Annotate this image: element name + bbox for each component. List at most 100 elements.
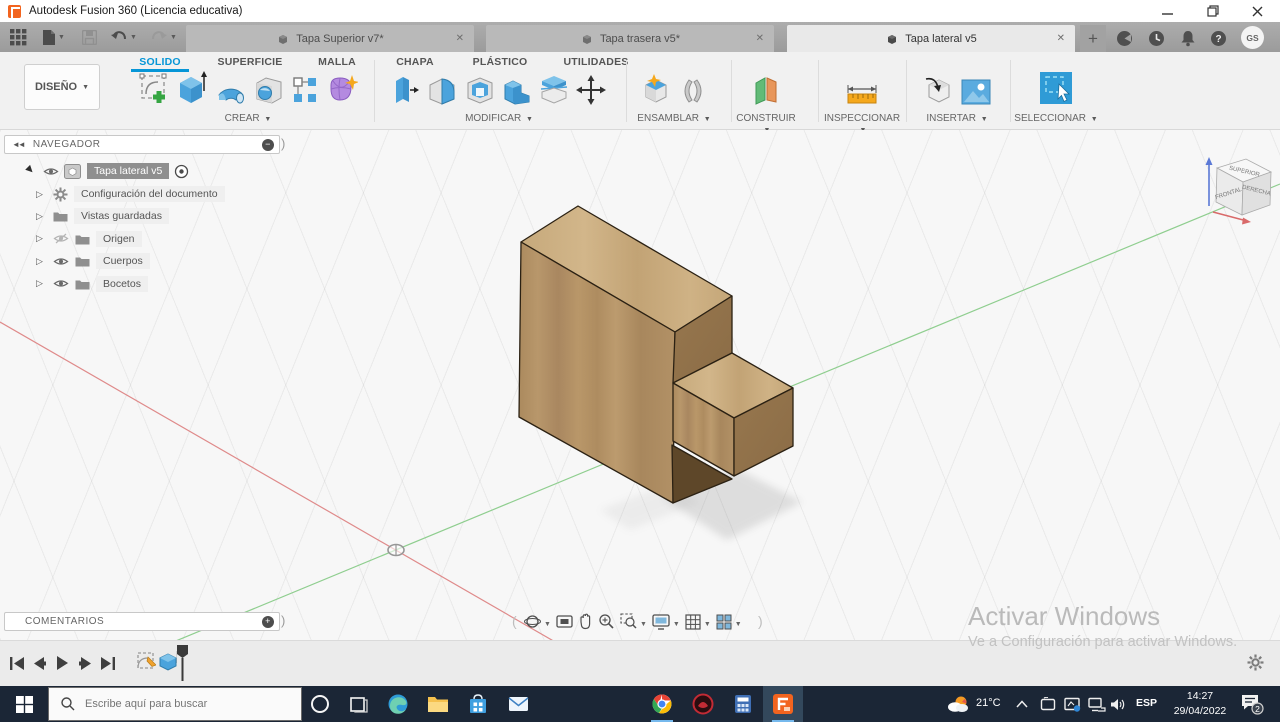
navigator-item-vistas[interactable]: ▷ Vistas guardadas	[36, 206, 169, 226]
cortana-icon[interactable]	[300, 686, 340, 722]
panel-drag-handle[interactable]: )	[281, 613, 285, 628]
close-tab-icon[interactable]: ✕	[1057, 33, 1065, 44]
microsoft-store-icon[interactable]	[458, 686, 498, 722]
user-avatar[interactable]: GS	[1241, 26, 1264, 49]
navigator-item-origen[interactable]: ▷ Origen	[36, 229, 142, 249]
fusion-360-taskbar-icon[interactable]	[763, 686, 803, 722]
minimize-button[interactable]	[1145, 0, 1190, 22]
extensions-icon[interactable]	[1113, 27, 1135, 49]
save-button[interactable]	[82, 26, 97, 48]
select-icon[interactable]	[1039, 71, 1073, 110]
ensamblar-dropdown[interactable]: ENSAMBLAR ▼	[630, 113, 718, 124]
tab-tapa-superior[interactable]: Tapa Superior v7* ✕	[186, 25, 474, 52]
add-comment-button[interactable]: +	[262, 615, 274, 628]
viewport-canvas[interactable]: SUPERIOR FRONTAL DERECHA ◄◄ NAVEGADOR − …	[0, 130, 1280, 640]
ribbon-tab-solido[interactable]: SOLIDO	[139, 56, 180, 68]
pan-icon[interactable]	[578, 613, 593, 635]
dropdown-caret-icon[interactable]: ▼	[544, 621, 551, 628]
red-app-icon[interactable]	[683, 686, 723, 722]
undo-button[interactable]: ▼	[110, 26, 137, 48]
timeline-step-back-button[interactable]	[29, 653, 49, 673]
file-menu-button[interactable]: ▼	[42, 26, 65, 48]
workspace-selector[interactable]: DISEÑO ▼	[24, 64, 100, 110]
close-tab-icon[interactable]: ✕	[756, 33, 764, 44]
combine-icon[interactable]	[502, 75, 532, 110]
collapsed-caret-icon[interactable]: ▷	[36, 189, 48, 200]
tablet-mode-icon[interactable]	[1040, 686, 1056, 722]
job-status-icon[interactable]	[1145, 27, 1167, 49]
timeline-step-forward-button[interactable]	[75, 653, 95, 673]
redo-button[interactable]: ▼	[150, 26, 177, 48]
display-settings-icon[interactable]	[652, 613, 670, 635]
ribbon-tab-malla[interactable]: MALLA	[318, 56, 356, 68]
volume-icon[interactable]	[1110, 686, 1127, 722]
help-icon[interactable]: ?	[1207, 27, 1229, 49]
insertar-dropdown[interactable]: INSERTAR ▼	[912, 113, 1002, 124]
activate-component-radio[interactable]	[174, 164, 189, 179]
network-icon[interactable]	[1088, 686, 1106, 722]
root-component-label[interactable]: Tapa lateral v5	[87, 163, 170, 179]
search-input[interactable]	[85, 698, 285, 710]
collapsed-caret-icon[interactable]: ▷	[36, 211, 48, 222]
model-body[interactable]	[518, 205, 794, 504]
collapsed-caret-icon[interactable]: ▷	[36, 278, 48, 289]
collapsed-caret-icon[interactable]: ▷	[36, 233, 48, 244]
move-icon[interactable]	[575, 75, 606, 110]
screen-cast-icon[interactable]	[1064, 686, 1081, 722]
navigator-item-cuerpos[interactable]: ▷ Cuerpos	[36, 251, 150, 271]
tab-tapa-trasera[interactable]: Tapa trasera v5* ✕	[486, 25, 774, 52]
ribbon-tab-superficie[interactable]: SUPERFICIE	[217, 56, 282, 68]
ribbon-tab-utilidades[interactable]: UTILIDADES	[564, 56, 629, 68]
taskbar-search[interactable]	[48, 687, 302, 721]
collapsed-caret-icon[interactable]: ▷	[36, 256, 48, 267]
modificar-dropdown[interactable]: MODIFICAR ▼	[378, 113, 620, 124]
collapse-panel-icon[interactable]: ◄◄	[12, 140, 26, 149]
insert-derive-icon[interactable]	[924, 75, 954, 110]
split-body-icon[interactable]	[539, 73, 569, 110]
chrome-icon[interactable]	[642, 686, 682, 722]
start-button[interactable]	[4, 686, 44, 722]
dropdown-caret-icon[interactable]: ▼	[735, 621, 742, 628]
visibility-eye-icon[interactable]	[53, 278, 69, 289]
action-center-icon[interactable]: 2	[1240, 686, 1264, 722]
restore-button[interactable]	[1190, 0, 1235, 22]
dropdown-caret-icon[interactable]: ▼	[640, 621, 647, 628]
shell-icon[interactable]	[465, 75, 495, 110]
extrude-icon[interactable]	[176, 71, 208, 110]
view-cube[interactable]: SUPERIOR FRONTAL DERECHA	[1185, 142, 1280, 227]
navigator-item-bocetos[interactable]: ▷ Bocetos	[36, 274, 148, 294]
navigator-item-configuracion[interactable]: ▷ Configuración del documento	[36, 184, 225, 204]
calculator-icon[interactable]	[723, 686, 763, 722]
task-view-icon[interactable]	[338, 686, 378, 722]
comments-panel-header[interactable]: COMENTARIOS +	[4, 612, 280, 631]
notifications-bell-icon[interactable]	[1177, 27, 1199, 49]
fillet-icon[interactable]	[426, 75, 458, 110]
joint-icon[interactable]	[679, 77, 707, 110]
construction-plane-icon[interactable]	[752, 73, 780, 110]
orbit-icon[interactable]	[524, 613, 541, 635]
press-pull-icon[interactable]	[393, 73, 419, 110]
new-component-icon[interactable]	[642, 73, 672, 110]
language-indicator[interactable]: ESP	[1136, 697, 1157, 709]
panel-drag-handle[interactable]: )	[281, 136, 285, 151]
tray-expand-chevron[interactable]	[1016, 686, 1028, 722]
viewports-icon[interactable]	[716, 614, 732, 635]
visibility-hidden-eye-icon[interactable]	[53, 233, 69, 244]
data-panel-toggle[interactable]	[10, 26, 27, 48]
measure-icon[interactable]	[845, 79, 879, 110]
file-explorer-icon[interactable]	[418, 686, 458, 722]
close-button[interactable]	[1235, 0, 1280, 22]
weather-icon[interactable]	[946, 686, 970, 722]
hole-icon[interactable]	[254, 75, 284, 110]
navigator-panel-header[interactable]: ◄◄ NAVEGADOR −	[4, 135, 280, 154]
visibility-eye-icon[interactable]	[53, 256, 69, 267]
clock[interactable]: 14:27 29/04/2022	[1168, 689, 1232, 719]
navigator-root-row[interactable]: ▶ Tapa lateral v5	[25, 161, 189, 181]
zoom-window-icon[interactable]	[620, 613, 637, 635]
dropdown-caret-icon[interactable]: ▼	[673, 621, 680, 628]
zoom-icon[interactable]	[598, 613, 615, 635]
tab-tapa-lateral-active[interactable]: Tapa lateral v5 ✕	[787, 25, 1075, 52]
origin-marker[interactable]	[387, 543, 405, 557]
revolve-icon[interactable]	[215, 79, 247, 110]
temperature-label[interactable]: 21°C	[976, 697, 1001, 709]
